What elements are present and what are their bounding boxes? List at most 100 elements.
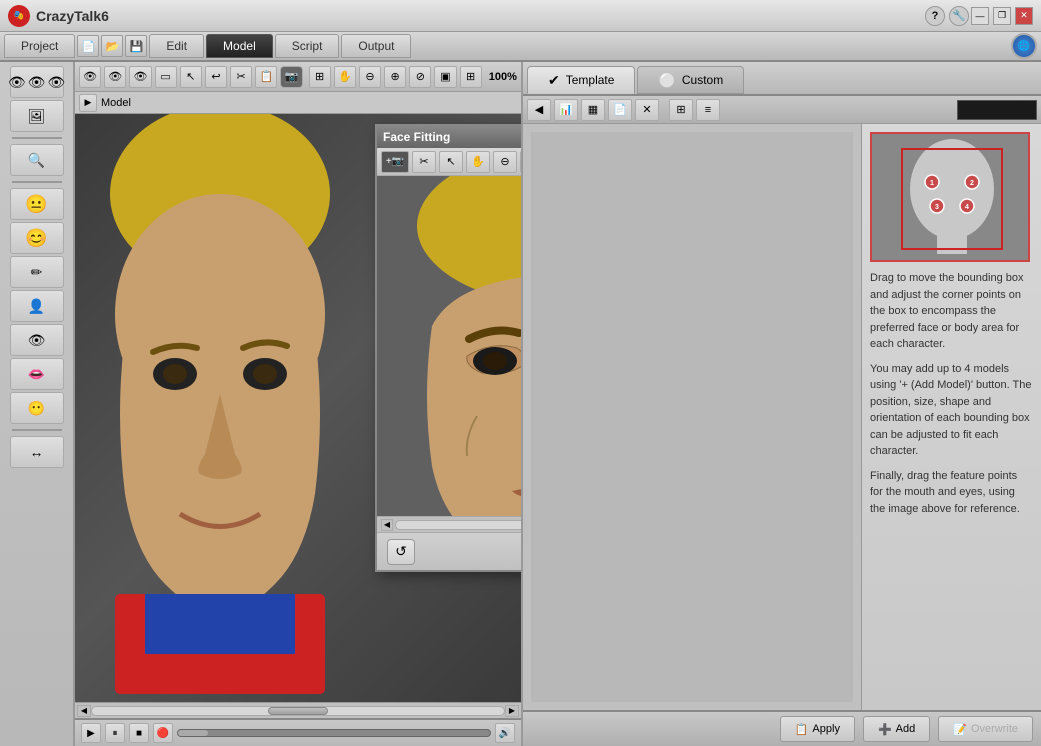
ff-h-track[interactable] bbox=[395, 520, 521, 530]
tb-zoom-all-btn[interactable]: ⊞ bbox=[460, 66, 482, 88]
tb-eye3-btn[interactable]: 👁 bbox=[129, 66, 151, 88]
apply-icon: 📋 bbox=[795, 723, 809, 736]
info-panel: 1 2 3 4 Drag to move the bounding box an… bbox=[861, 124, 1041, 710]
tl-stop-btn[interactable]: ■ bbox=[129, 723, 149, 743]
ff-add-model-btn[interactable]: +📷 bbox=[381, 151, 409, 173]
right-content bbox=[523, 124, 861, 710]
tb-zoom-out-btn[interactable]: ⊖ bbox=[359, 66, 381, 88]
save-file-icon[interactable]: 💾 bbox=[125, 35, 147, 57]
right-panel: ✔ Template ⚪ Custom ◀ 📊 ▦ 📄 ✕ ⊞ ≡ bbox=[521, 62, 1041, 746]
sidebar-search-btn[interactable]: 🔍 bbox=[10, 144, 64, 176]
tb-hand-btn[interactable]: ✋ bbox=[334, 66, 356, 88]
menu-script[interactable]: Script bbox=[275, 34, 340, 58]
tl-thumb[interactable] bbox=[178, 730, 208, 736]
settings-button[interactable]: 🔧 bbox=[949, 6, 969, 26]
new-file-icon[interactable]: 📄 bbox=[77, 35, 99, 57]
ff-scroll-left[interactable]: ◀ bbox=[381, 519, 393, 531]
tb-zoom-fit-btn[interactable]: ⊘ bbox=[409, 66, 431, 88]
center-h-scrollbar[interactable]: ◀ ▶ bbox=[75, 702, 521, 718]
sidebar-separator-3 bbox=[12, 429, 62, 431]
ff-canvas[interactable]: 1 2 3 4 ▲ ▼ bbox=[377, 176, 521, 516]
sidebar-mouth-btn[interactable]: 👄 bbox=[10, 358, 64, 390]
tb-cut-btn[interactable]: ✂ bbox=[230, 66, 252, 88]
svg-text:1: 1 bbox=[930, 180, 934, 187]
tb-zoom-in-btn[interactable]: ⊕ bbox=[384, 66, 406, 88]
tl-volume-btn[interactable]: 🔊 bbox=[495, 723, 515, 743]
minimize-button[interactable]: — bbox=[971, 7, 989, 25]
tb-cursor-btn[interactable]: ↖ bbox=[180, 66, 202, 88]
right-toolbar: ◀ 📊 ▦ 📄 ✕ ⊞ ≡ bbox=[523, 96, 1041, 124]
model-label: Model bbox=[101, 97, 131, 109]
menu-project[interactable]: Project bbox=[4, 34, 75, 58]
main-area: 👁👁👁 🖼 🔍 😐 😊 ✏ 👤 👁 👄 😶 ↔ 👁 👁 👁 ▭ ↖ ↩ ✂ 📋 … bbox=[0, 62, 1041, 746]
tl-record-btn[interactable]: 🔴 bbox=[153, 723, 173, 743]
rt-delete-btn[interactable]: ✕ bbox=[635, 99, 659, 121]
ff-zoom-in-btn[interactable]: ⊕ bbox=[520, 151, 521, 173]
apply-btn[interactable]: 📋 Apply bbox=[780, 716, 855, 742]
ff-reset-btn[interactable]: ↺ bbox=[387, 539, 415, 565]
scroll-left-btn[interactable]: ◀ bbox=[77, 705, 91, 717]
sidebar-separator-1 bbox=[12, 137, 62, 139]
globe-button[interactable]: 🌐 bbox=[1011, 33, 1037, 59]
rt-table-btn[interactable]: ▦ bbox=[581, 99, 605, 121]
info-text-3: Finally, drag the feature points for the… bbox=[870, 468, 1033, 518]
tl-play-btn[interactable]: ▶ bbox=[81, 723, 101, 743]
tb-undo-btn[interactable]: ↩ bbox=[205, 66, 227, 88]
tl-track[interactable] bbox=[177, 729, 491, 737]
sidebar-profile-btn[interactable]: 👤 bbox=[10, 290, 64, 322]
window-controls: — ❐ ✕ bbox=[971, 7, 1033, 25]
ff-h-scrollbar[interactable]: ◀ ▶ bbox=[377, 516, 521, 532]
tb-eye-btn[interactable]: 👁 bbox=[79, 66, 101, 88]
right-content-area: 1 2 3 4 Drag to move the bounding box an… bbox=[523, 124, 1041, 710]
center-toolbar: 👁 👁 👁 ▭ ↖ ↩ ✂ 📋 📷 ⊞ ✋ ⊖ ⊕ ⊘ ▣ ⊞ 100% bbox=[75, 62, 521, 92]
sidebar-pen-btn[interactable]: ✏ bbox=[10, 256, 64, 288]
sidebar-image-btn[interactable]: 🖼 bbox=[10, 100, 64, 132]
sidebar-eye-tools[interactable]: 👁👁👁 bbox=[10, 66, 64, 98]
tab-template[interactable]: ✔ Template bbox=[527, 66, 635, 94]
h-thumb[interactable] bbox=[268, 707, 328, 715]
restore-button[interactable]: ❐ bbox=[993, 7, 1011, 25]
canvas-area[interactable]: Face Fitting ✕ +📷 ✂ ↖ ✋ ⊖ ⊕ ⊘ ▣ ⊞ bbox=[75, 114, 521, 702]
help-button[interactable]: ? bbox=[925, 6, 945, 26]
rt-chart-btn[interactable]: 📊 bbox=[554, 99, 578, 121]
h-track[interactable] bbox=[91, 706, 505, 716]
scroll-right-btn[interactable]: ▶ bbox=[505, 705, 519, 717]
rt-new-btn[interactable]: 📄 bbox=[608, 99, 632, 121]
tab-custom[interactable]: ⚪ Custom bbox=[637, 66, 744, 94]
rt-color-picker[interactable] bbox=[957, 100, 1037, 120]
sidebar-expression-btn[interactable]: 😊 bbox=[10, 222, 64, 254]
model-expand-btn[interactable]: ▶ bbox=[79, 94, 97, 112]
ff-cursor-btn[interactable]: ↖ bbox=[439, 151, 463, 173]
overwrite-btn[interactable]: 📝 Overwrite bbox=[938, 716, 1033, 742]
ff-face-svg bbox=[377, 176, 521, 516]
tb-select-btn[interactable]: ▭ bbox=[155, 66, 177, 88]
ff-delete-btn[interactable]: ✂ bbox=[412, 151, 436, 173]
menu-model[interactable]: Model bbox=[206, 34, 273, 58]
tb-paste-btn[interactable]: 📋 bbox=[255, 66, 277, 88]
menu-output[interactable]: Output bbox=[341, 34, 411, 58]
menu-edit[interactable]: Edit bbox=[149, 34, 204, 58]
tb-camera-btn[interactable]: 📷 bbox=[280, 66, 302, 88]
apply-label: Apply bbox=[812, 723, 840, 735]
sidebar-face-btn[interactable]: 😐 bbox=[10, 188, 64, 220]
close-button[interactable]: ✕ bbox=[1015, 7, 1033, 25]
tb-eye2-btn[interactable]: 👁 bbox=[104, 66, 126, 88]
template-icon: ✔ bbox=[548, 72, 560, 89]
ff-hand-btn[interactable]: ✋ bbox=[466, 151, 490, 173]
tl-pause-btn[interactable]: ⏸ bbox=[105, 723, 125, 743]
sidebar-neutral-btn[interactable]: 😶 bbox=[10, 392, 64, 424]
sidebar-eye-detail-btn[interactable]: 👁 bbox=[10, 324, 64, 356]
face-left-area bbox=[85, 114, 355, 702]
ff-zoom-out-btn[interactable]: ⊖ bbox=[493, 151, 517, 173]
open-file-icon[interactable]: 📂 bbox=[101, 35, 123, 57]
rt-prev-btn[interactable]: ◀ bbox=[527, 99, 551, 121]
ff-face-render bbox=[377, 176, 521, 516]
add-btn[interactable]: ➕ Add bbox=[863, 716, 930, 742]
face-left-svg bbox=[85, 114, 355, 694]
tb-zoom-box-btn[interactable]: ▣ bbox=[434, 66, 456, 88]
rt-list-btn[interactable]: ≡ bbox=[696, 99, 720, 121]
sidebar-arrows-btn[interactable]: ↔ bbox=[10, 436, 64, 468]
rt-separator bbox=[662, 99, 666, 121]
tb-fit-btn[interactable]: ⊞ bbox=[309, 66, 331, 88]
rt-grid-btn[interactable]: ⊞ bbox=[669, 99, 693, 121]
